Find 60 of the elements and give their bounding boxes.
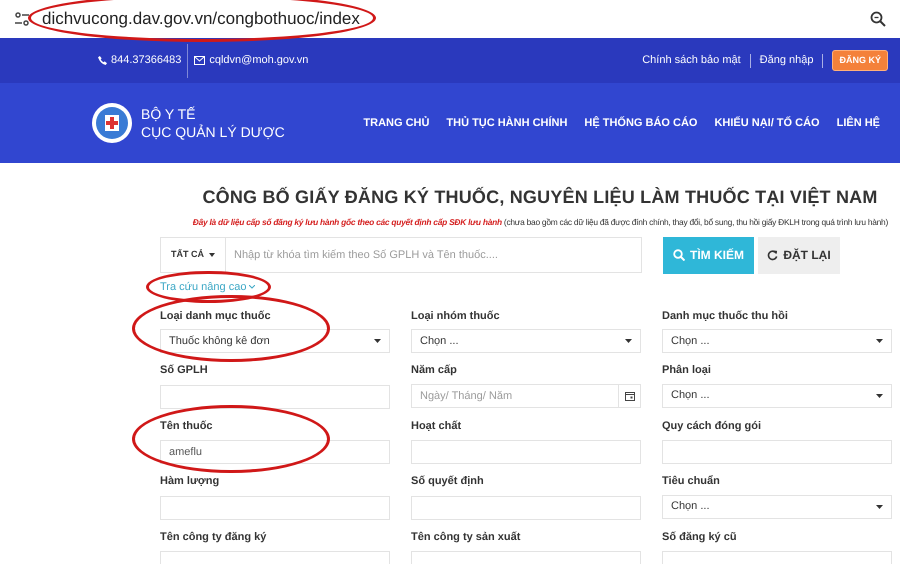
input-field[interactable]	[662, 440, 892, 464]
caret-icon	[374, 339, 381, 344]
logo-text: BỘ Y TẾ	[141, 105, 196, 123]
url-text[interactable]: dichvucong.dav.gov.vn/congbothuoc/index	[38, 9, 364, 28]
search-icon	[673, 249, 685, 262]
select-field[interactable]: Chọn ...	[411, 329, 641, 354]
select-field[interactable]: Chọn ...	[662, 384, 892, 408]
logo-text: CỤC QUẢN LÝ DƯỢC	[141, 123, 285, 141]
notice-text: Đây là dữ liệu cấp số đăng ký lưu hành gốc theo các quyết định cấp SĐK lưu hành (chưa bao gồm các dữ liệu đã được đính chính, thay đổi, bổ sung, thu hồi giấy ĐKLH trong quá trình lưu hành)	[192, 216, 889, 229]
field-label: Tên công ty sản xuất	[411, 530, 522, 545]
nav-link[interactable]: THỦ TỤC HÀNH CHÍNH	[446, 114, 568, 132]
field-label: Tiêu chuẩn	[662, 474, 721, 490]
zoom-icon[interactable]	[870, 11, 886, 27]
phone-icon	[98, 56, 107, 65]
caret-icon	[209, 253, 215, 258]
input-field[interactable]	[411, 496, 641, 520]
date-field[interactable]: Ngày/ Tháng/ Năm	[411, 384, 619, 408]
select-field[interactable]: Thuốc không kê đơn	[160, 329, 390, 354]
nav-link[interactable]: HỆ THỐNG BÁO CÁO	[584, 114, 698, 132]
select-field[interactable]: Chọn ...	[662, 494, 892, 519]
nav-link[interactable]: KHIẾU NẠI/ TỐ CÁO	[714, 114, 820, 132]
field-label: Số đăng ký cũ	[662, 530, 738, 545]
caret-icon	[876, 339, 883, 344]
field-label: Loại nhóm thuốc	[411, 308, 501, 324]
field-label: Loại danh mục thuốc	[160, 308, 272, 324]
input-field[interactable]	[160, 384, 390, 409]
search-field[interactable]: TẤT CẢ Nhập từ khóa tìm kiếm theo Số GPLH và Tên thuốc....	[160, 237, 642, 274]
calendar-icon	[624, 390, 634, 401]
input-field[interactable]	[411, 440, 641, 464]
phone-number: 844.37366483	[111, 53, 182, 68]
reset-button[interactable]: ĐẶT LẠI	[758, 236, 840, 274]
page-title: CÔNG BỐ GIẤY ĐĂNG KÝ THUỐC, NGUYÊN LIỆU LÀM THUỐC TẠI VIỆT NAM	[201, 186, 879, 209]
top-link[interactable]: Đăng nhập	[760, 52, 814, 69]
caret-icon	[876, 504, 883, 509]
field-label: Năm cấp	[411, 363, 458, 378]
input-field[interactable]: ameflu	[160, 440, 390, 464]
field-label: Hoạt chất	[411, 418, 462, 434]
mail-icon	[194, 56, 206, 65]
field-label: Quy cách đóng gói	[662, 418, 762, 434]
field-label: Số quyết định	[411, 474, 485, 490]
field-label: Phân loại	[662, 363, 712, 378]
field-label: Tên công ty đăng ký	[160, 530, 268, 545]
refresh-icon	[767, 250, 778, 261]
site-settings-icon[interactable]	[14, 12, 30, 26]
field-label: Số GPLH	[160, 363, 209, 378]
nav-link[interactable]: TRANG CHỦ	[363, 114, 430, 132]
scope-dropdown[interactable]: TẤT CẢ	[161, 238, 226, 272]
field-label: Tên thuốc	[160, 418, 214, 434]
calendar-button[interactable]	[619, 384, 641, 408]
ministry-logo[interactable]	[91, 102, 133, 144]
top-link[interactable]: Chính sách bảo mật	[642, 52, 741, 69]
input-field[interactable]	[160, 496, 390, 520]
caret-icon	[876, 394, 883, 398]
nav-link[interactable]: LIÊN HỆ	[836, 114, 880, 132]
chevron-icon	[249, 284, 256, 289]
select-field[interactable]: Chọn ...	[662, 329, 892, 354]
caret-icon	[625, 339, 632, 344]
email-address: cqldvn@moh.gov.vn	[209, 53, 308, 68]
field-label: Danh mục thuốc thu hồi	[662, 308, 789, 324]
field-label: Hàm lượng	[160, 474, 220, 490]
